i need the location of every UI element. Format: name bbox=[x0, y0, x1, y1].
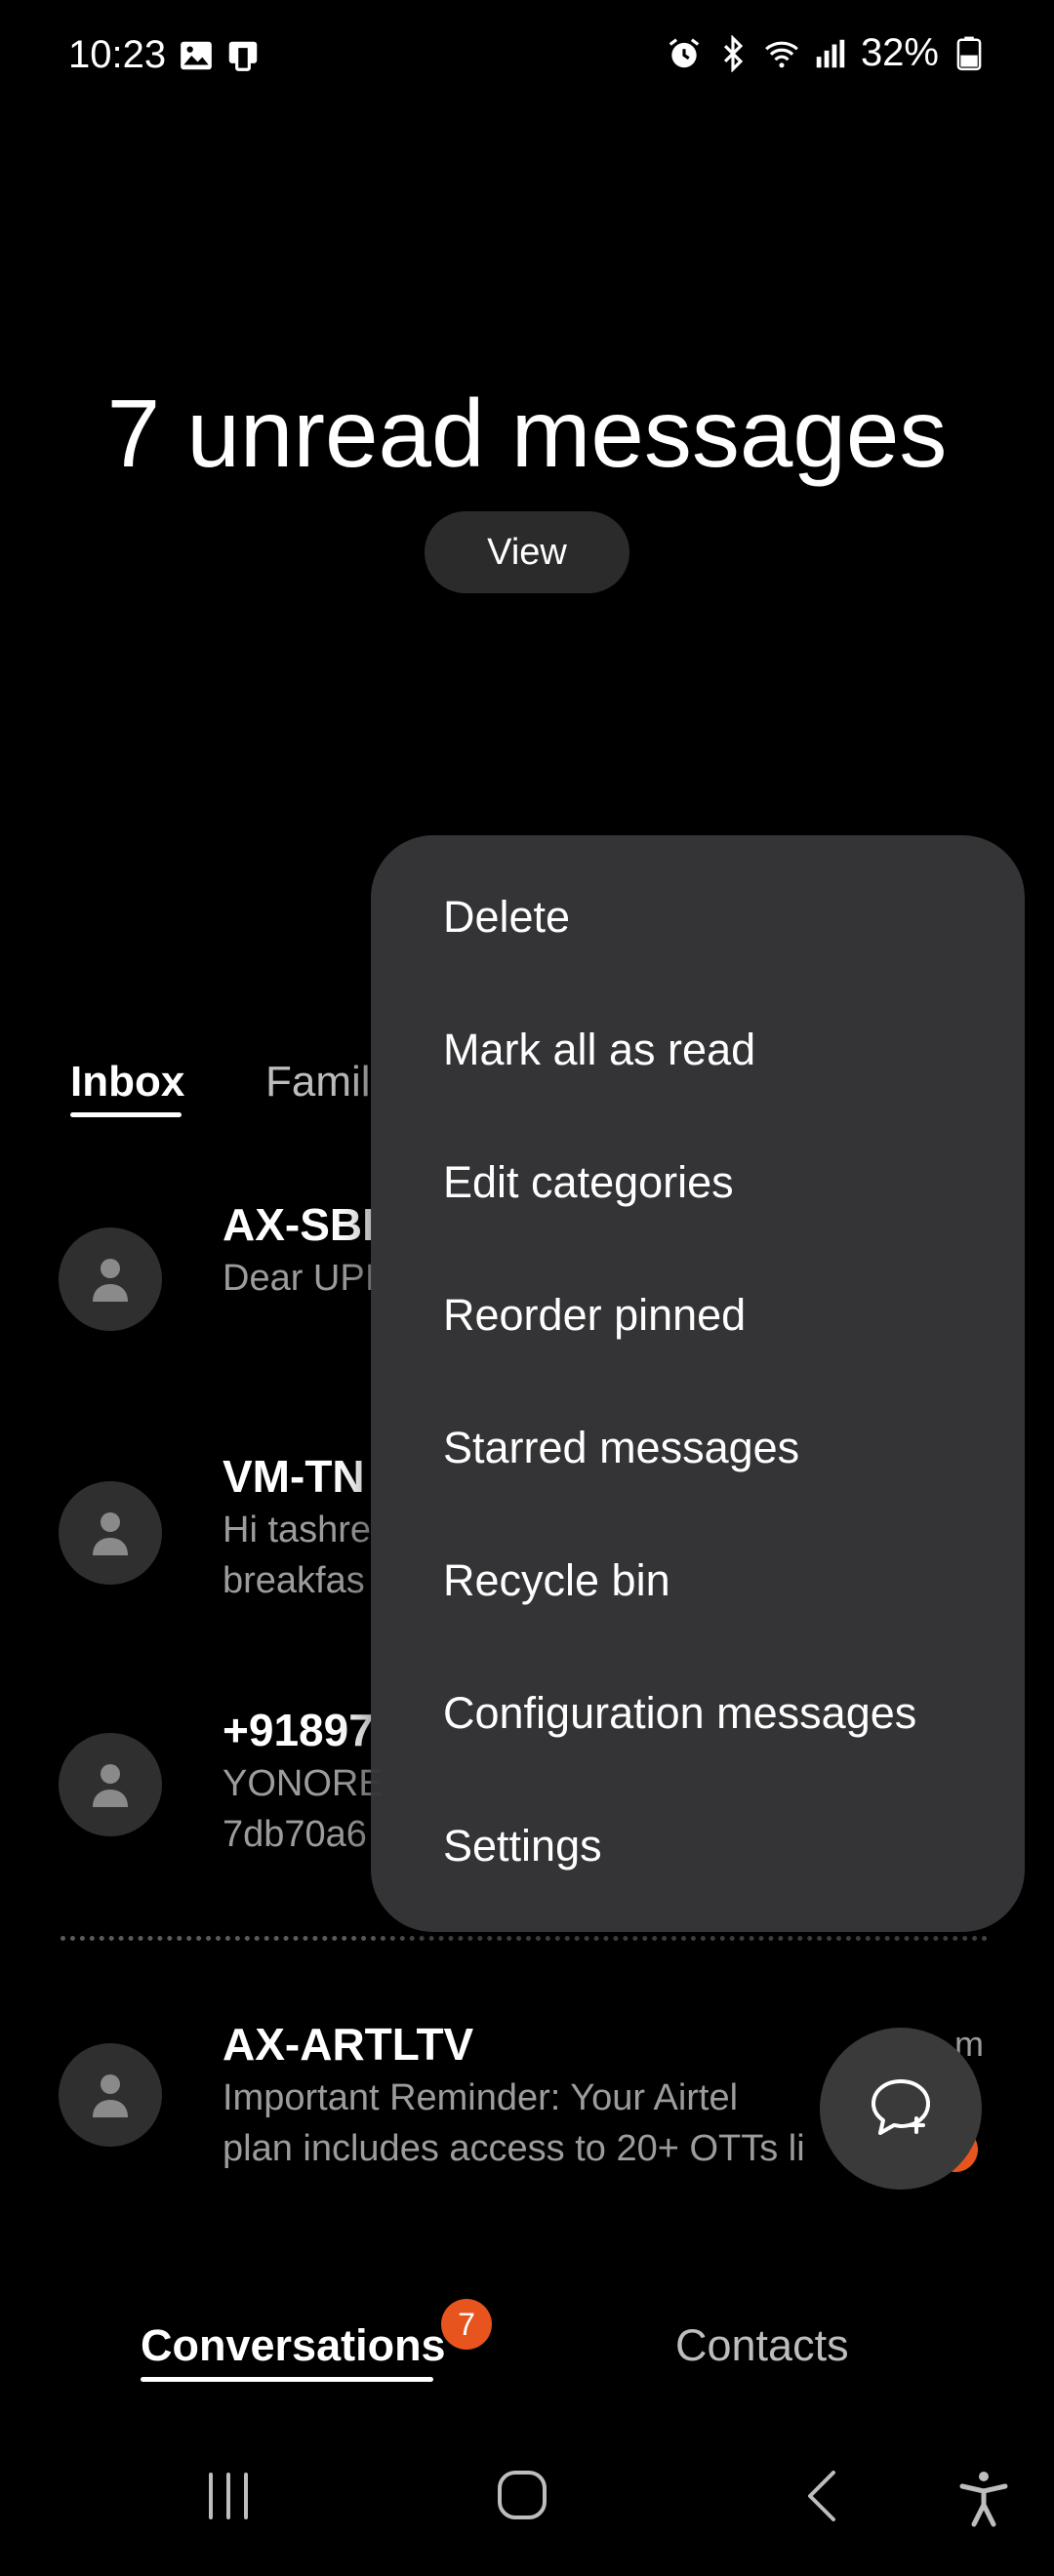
signal-icon bbox=[816, 39, 845, 67]
status-time: 10:23 bbox=[68, 33, 167, 76]
menu-item-edit-categories[interactable]: Edit categories bbox=[443, 1157, 734, 1208]
avatar bbox=[59, 2043, 162, 2147]
conversations-badge: 7 bbox=[441, 2299, 492, 2350]
new-chat-icon bbox=[872, 2079, 930, 2135]
conversation-name: VM-TN bbox=[223, 1451, 365, 1502]
menu-item-reorder-pinned[interactable]: Reorder pinned bbox=[443, 1290, 746, 1341]
battery-percent: 32% bbox=[860, 31, 939, 74]
menu-item-mark-all-read[interactable]: Mark all as read bbox=[443, 1025, 755, 1075]
notification-app-icon bbox=[228, 41, 258, 71]
menu-item-starred-messages[interactable]: Starred messages bbox=[443, 1423, 799, 1473]
person-icon bbox=[93, 1764, 128, 1807]
view-unread-button[interactable]: View bbox=[425, 511, 629, 593]
alarm-icon bbox=[669, 37, 700, 67]
accessibility-icon[interactable] bbox=[956, 2469, 1011, 2527]
avatar bbox=[59, 1228, 162, 1331]
tab-family[interactable]: Famil bbox=[265, 1058, 371, 1107]
conversation-name: +91897 bbox=[223, 1705, 374, 1755]
options-menu: Delete Mark all as read Edit categories … bbox=[371, 835, 1025, 1932]
tab-contacts[interactable]: Contacts bbox=[675, 2320, 849, 2371]
menu-item-configuration-messages[interactable]: Configuration messages bbox=[443, 1688, 916, 1739]
conversation-name: AX-ARTLTV bbox=[223, 2019, 474, 2070]
menu-item-settings[interactable]: Settings bbox=[443, 1821, 602, 1872]
home-icon[interactable] bbox=[494, 2469, 552, 2523]
menu-item-recycle-bin[interactable]: Recycle bin bbox=[443, 1555, 670, 1606]
back-icon[interactable] bbox=[798, 2469, 847, 2523]
bluetooth-icon bbox=[723, 34, 744, 72]
tab-conversations[interactable]: Conversations bbox=[141, 2320, 446, 2371]
person-icon bbox=[93, 1259, 128, 1302]
recent-apps-icon[interactable] bbox=[201, 2469, 256, 2523]
tab-inbox-indicator bbox=[70, 1112, 182, 1117]
status-bar: 10:23 32% bbox=[0, 0, 1054, 117]
person-icon bbox=[93, 2074, 128, 2117]
menu-item-delete[interactable]: Delete bbox=[443, 892, 570, 943]
gallery-icon bbox=[181, 41, 212, 70]
pinned-divider bbox=[61, 1936, 988, 1941]
wifi-icon bbox=[765, 41, 798, 67]
person-icon bbox=[93, 1512, 128, 1555]
battery-icon bbox=[956, 36, 982, 70]
avatar bbox=[59, 1481, 162, 1585]
tab-conversations-indicator bbox=[141, 2377, 433, 2382]
avatar bbox=[59, 1733, 162, 1836]
conversation-name: AX-SBI bbox=[223, 1199, 375, 1250]
tab-inbox[interactable]: Inbox bbox=[70, 1058, 184, 1107]
new-message-button[interactable] bbox=[820, 2028, 982, 2190]
unread-count-title: 7 unread messages bbox=[106, 380, 948, 487]
